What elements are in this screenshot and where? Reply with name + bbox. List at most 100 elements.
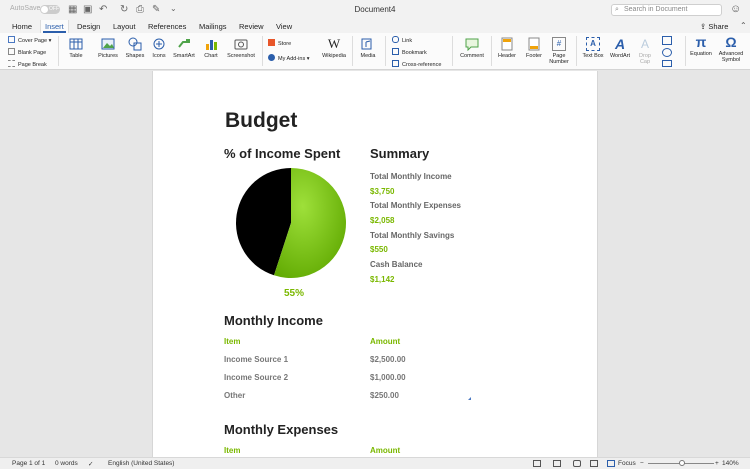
header-label: Header — [497, 53, 517, 59]
icons-label: Icons — [152, 53, 166, 59]
advanced-symbol-button[interactable]: Ω Advanced Symbol — [716, 35, 746, 64]
pie-percent-label: 55% — [284, 288, 305, 299]
tab-view[interactable]: View — [276, 22, 292, 31]
page-number-label-2: Number — [549, 59, 569, 65]
shapes-icon — [128, 37, 142, 51]
monthly-expenses-heading: Monthly Expenses — [224, 422, 339, 437]
link-icon — [392, 36, 399, 43]
chart-icon — [206, 40, 217, 50]
table-button[interactable]: Table — [64, 37, 88, 59]
monthly-income-heading: Monthly Income — [224, 313, 323, 328]
blank-page-button[interactable]: Blank Page — [8, 48, 46, 56]
smartart-button[interactable]: SmartArt — [170, 37, 198, 59]
income-item: Other — [224, 391, 246, 400]
pictures-button[interactable]: Pictures — [95, 37, 121, 59]
shapes-label: Shapes — [125, 53, 145, 59]
ribbon-divider — [58, 36, 59, 66]
equation-button[interactable]: π Equation — [686, 35, 716, 58]
focus-icon[interactable] — [607, 460, 615, 467]
feedback-icon[interactable]: ☺ — [730, 3, 741, 15]
drop-cap-label-2: Cap — [639, 59, 651, 65]
media-button[interactable]: Media — [357, 37, 379, 59]
tab-home[interactable]: Home — [12, 22, 32, 31]
table-resize-handle[interactable] — [468, 397, 471, 400]
income-col-item: Item — [224, 337, 241, 346]
tab-review[interactable]: Review — [239, 22, 264, 31]
link-button[interactable]: Link — [392, 36, 412, 44]
media-label: Media — [360, 53, 376, 59]
store-icon — [268, 39, 275, 46]
drop-cap-button[interactable]: A Drop Cap — [633, 37, 657, 65]
blank-page-label: Blank Page — [18, 50, 47, 56]
chart-label: Chart — [204, 53, 218, 59]
share-label: Share — [708, 22, 729, 31]
focus-label[interactable]: Focus — [618, 460, 636, 467]
chart-button[interactable]: Chart — [201, 37, 221, 59]
search-placeholder: Search in Document — [624, 6, 688, 13]
language-label[interactable]: English (United States) — [108, 460, 174, 467]
page-break-button[interactable]: Page Break — [8, 60, 47, 68]
income-amount: $1,000.00 — [370, 373, 406, 382]
zoom-in-icon[interactable]: + — [715, 460, 719, 467]
drop-cap-icon: A — [640, 37, 649, 51]
header-button[interactable]: Header — [494, 37, 520, 59]
ribbon-divider — [262, 36, 263, 66]
icons-button[interactable]: Icons — [150, 37, 168, 59]
my-addins-button[interactable]: My Add-ins ▾ — [268, 54, 310, 62]
ribbon-divider — [576, 36, 577, 66]
text-box-button[interactable]: A Text Box — [579, 37, 607, 59]
web-layout-icon[interactable] — [553, 460, 561, 467]
store-button[interactable]: Store — [268, 39, 291, 47]
footer-button[interactable]: Footer — [521, 37, 547, 59]
cross-reference-button[interactable]: Cross-reference — [392, 60, 441, 68]
tab-layout[interactable]: Layout — [113, 22, 136, 31]
media-icon — [361, 38, 372, 50]
ribbon-divider — [385, 36, 386, 66]
income-spent-pie-chart[interactable] — [234, 166, 348, 280]
signature-line-icon[interactable] — [662, 36, 672, 45]
tab-mailings[interactable]: Mailings — [199, 22, 227, 31]
zoom-out-icon[interactable]: − — [640, 460, 644, 467]
date-time-icon[interactable] — [662, 48, 672, 57]
proofing-icon[interactable]: ✓ — [88, 460, 93, 468]
cover-page-button[interactable]: Cover Page ▾ — [8, 36, 51, 44]
wordart-icon: A — [614, 36, 626, 52]
text-box-icon: A — [586, 37, 600, 51]
page-number-button[interactable]: # Page Number — [546, 37, 572, 65]
wikipedia-label: Wikipedia — [322, 53, 346, 59]
table-label: Table — [69, 53, 83, 59]
object-icon[interactable] — [662, 60, 672, 67]
share-button[interactable]: ⇪ Share — [700, 22, 728, 31]
summary-heading: Summary — [370, 146, 430, 161]
word-count[interactable]: 0 words — [55, 460, 78, 467]
comment-button[interactable]: Comment — [457, 37, 487, 59]
header-icon — [501, 37, 513, 51]
summary-label: Total Monthly Expenses — [370, 201, 461, 210]
income-amount: $2,500.00 — [370, 355, 406, 364]
zoom-slider-knob[interactable] — [679, 460, 685, 466]
wordart-label: WordArt — [609, 53, 631, 59]
summary-value: $550 — [370, 245, 388, 254]
draft-view-icon[interactable] — [590, 460, 598, 467]
pie-heading: % of Income Spent — [224, 146, 341, 161]
ribbon-divider — [452, 36, 453, 66]
collapse-ribbon-icon[interactable]: ⌃ — [740, 21, 747, 30]
search-input[interactable]: ⌕ Search in Document — [611, 4, 722, 16]
ribbon-tabs: Home Insert Design Layout References Mai… — [0, 20, 750, 33]
outline-view-icon[interactable] — [573, 460, 581, 467]
shapes-button[interactable]: Shapes — [124, 37, 146, 59]
document-page[interactable]: Budget % of Income Spent Summary 55% Tot… — [152, 71, 598, 460]
screenshot-button[interactable]: Screenshot — [224, 37, 258, 59]
ribbon-divider — [491, 36, 492, 66]
tab-references[interactable]: References — [148, 22, 186, 31]
wikipedia-button[interactable]: W Wikipedia — [320, 37, 348, 60]
bookmark-button[interactable]: Bookmark — [392, 48, 427, 56]
tab-design[interactable]: Design — [77, 22, 100, 31]
bookmark-label: Bookmark — [402, 50, 427, 56]
wordart-button[interactable]: A WordArt — [606, 37, 634, 59]
smartart-icon — [178, 39, 190, 48]
zoom-level[interactable]: 140% — [722, 460, 739, 467]
tab-insert[interactable]: Insert — [40, 20, 69, 33]
print-layout-icon[interactable] — [533, 460, 541, 467]
page-count[interactable]: Page 1 of 1 — [12, 460, 45, 467]
